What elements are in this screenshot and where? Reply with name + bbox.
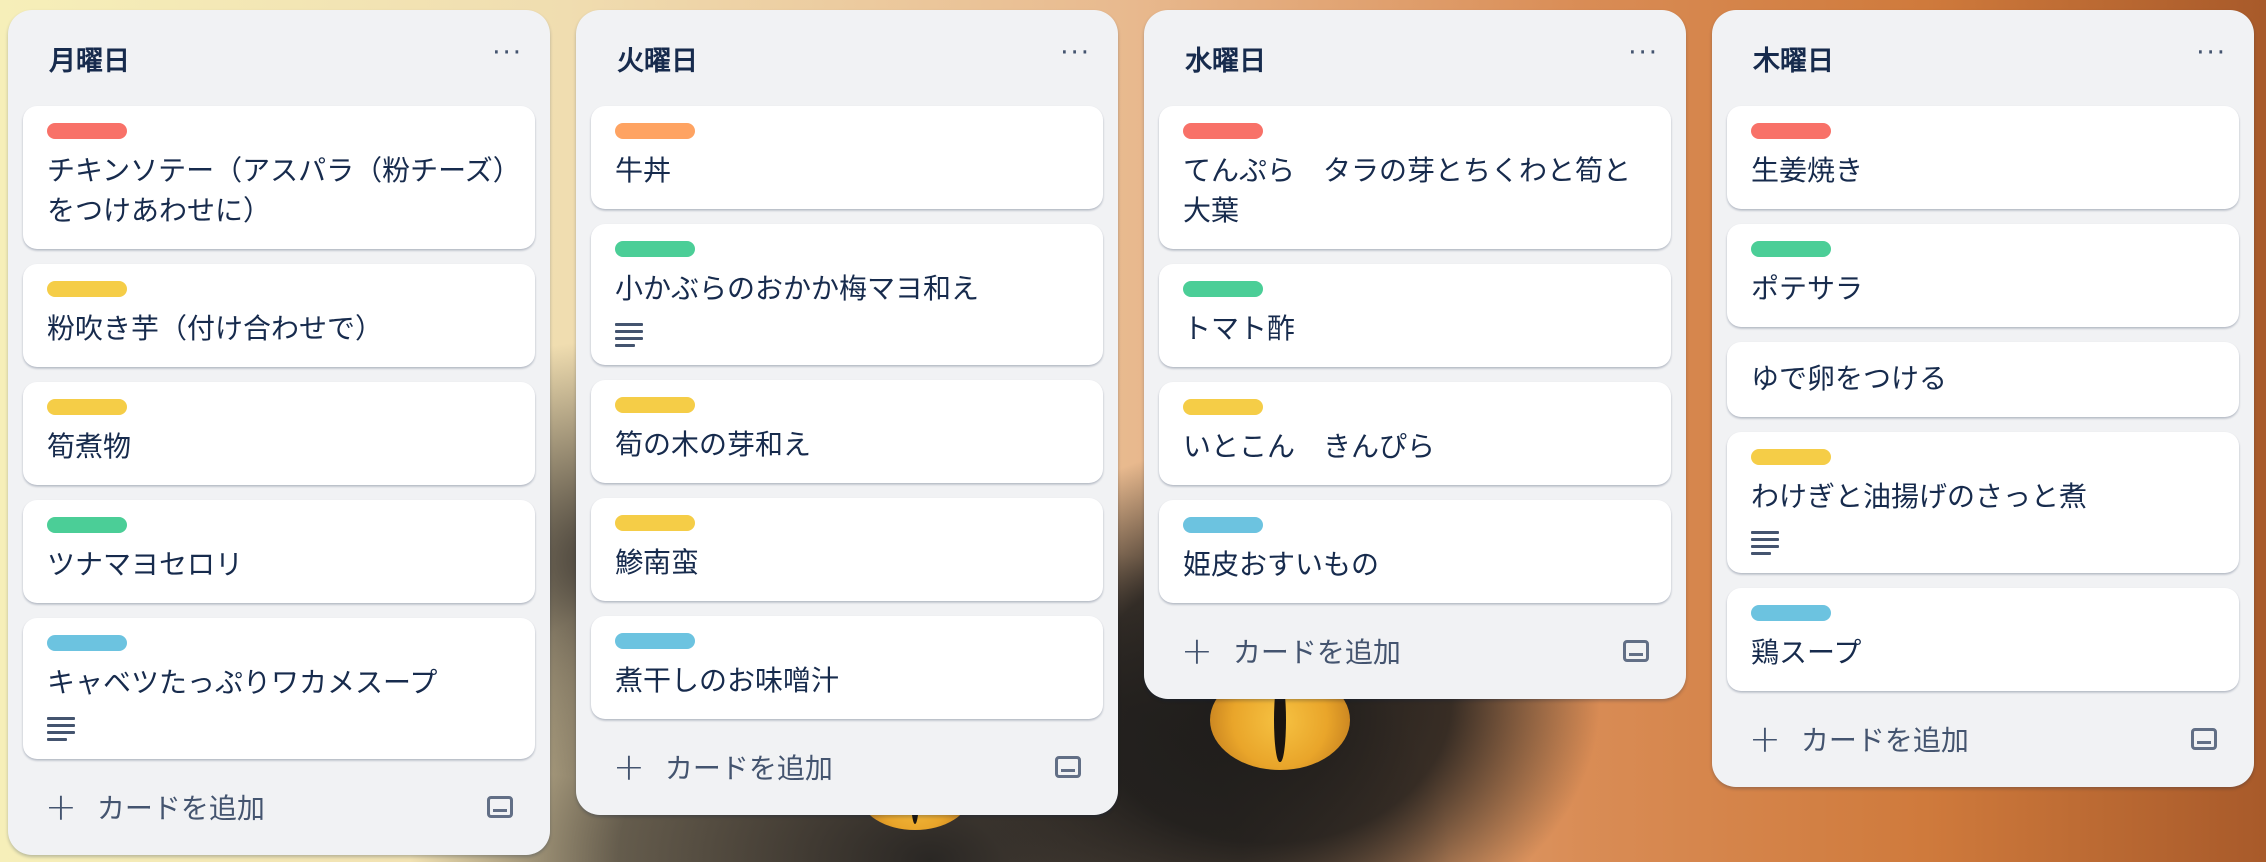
add-card-label: カードを追加 bbox=[664, 752, 833, 785]
card-label[interactable] bbox=[615, 633, 695, 649]
card-title: 筍の木の芽和え bbox=[615, 428, 812, 461]
card[interactable]: 小かぶらのおかか梅マヨ和え bbox=[591, 224, 1103, 365]
card-label[interactable] bbox=[47, 635, 127, 651]
card-list: チキンソテー（アスパラ（粉チーズ）をつけあわせに） 粉吹き芋（付け合わせで） 筍煮物… bbox=[23, 106, 535, 759]
card-title: 煮干しのお味噌汁 bbox=[615, 664, 840, 697]
list-header: 水曜日 ··· bbox=[1159, 10, 1671, 106]
card-list: てんぷら タラの芽とちくわと筍と大葉トマト酢いとこん きんぴら 姫皮おすいもの bbox=[1159, 106, 1671, 603]
add-card-label: カードを追加 bbox=[1800, 724, 1969, 757]
list-column: 火曜日 ··· 牛丼小かぶらのおかか梅マヨ和え 筍の木の芽和え 鯵南蛮煮干しのお味噌汁 +… bbox=[576, 10, 1118, 815]
card-label[interactable] bbox=[1751, 605, 1831, 621]
card[interactable]: 鯵南蛮 bbox=[591, 498, 1103, 601]
card-label[interactable] bbox=[1183, 399, 1263, 415]
card-title: チキンソテー（アスパラ（粉チーズ）をつけあわせに） bbox=[47, 154, 507, 227]
description-icon bbox=[47, 717, 75, 741]
add-card-button[interactable]: + カードを追加 bbox=[1181, 631, 1401, 671]
card-title: 小かぶらのおかか梅マヨ和え bbox=[615, 272, 980, 305]
card[interactable]: 鶏スープ bbox=[1727, 588, 2239, 691]
card-template-icon[interactable] bbox=[1055, 756, 1081, 778]
card-label[interactable] bbox=[47, 399, 127, 415]
card-template-icon[interactable] bbox=[487, 796, 513, 818]
card-label[interactable] bbox=[47, 123, 127, 139]
card-title: 筍煮物 bbox=[47, 430, 132, 463]
list-column: 水曜日 ··· てんぷら タラの芽とちくわと筍と大葉トマト酢いとこん きんぴら 姫皮お… bbox=[1144, 10, 1686, 699]
card-title: ポテサラ bbox=[1751, 272, 1864, 305]
card-label[interactable] bbox=[1751, 241, 1831, 257]
card[interactable]: チキンソテー（アスパラ（粉チーズ）をつけあわせに） bbox=[23, 106, 535, 249]
add-card-row: + カードを追加 bbox=[23, 759, 535, 855]
card-label[interactable] bbox=[1183, 517, 1263, 533]
card-title: 粉吹き芋（付け合わせで） bbox=[47, 312, 384, 345]
card-label[interactable] bbox=[615, 123, 695, 139]
card-list: 生姜焼きポテサラゆで卵をつけるわけぎと油揚げのさっと煮 鶏スープ bbox=[1727, 106, 2239, 691]
add-card-label: カードを追加 bbox=[1232, 636, 1401, 669]
card[interactable]: わけぎと油揚げのさっと煮 bbox=[1727, 432, 2239, 573]
card-title: 生姜焼き bbox=[1751, 154, 1864, 187]
more-horizontal-icon[interactable]: ··· bbox=[492, 38, 523, 78]
add-card-button[interactable]: + カードを追加 bbox=[45, 787, 265, 827]
plus-icon: + bbox=[613, 745, 645, 789]
list-header: 木曜日 ··· bbox=[1727, 10, 2239, 106]
card-label[interactable] bbox=[1183, 123, 1263, 139]
card-label[interactable] bbox=[1183, 281, 1263, 297]
card-title: キャベツたっぷりワカメスープ bbox=[47, 666, 438, 699]
card[interactable]: 粉吹き芋（付け合わせで） bbox=[23, 264, 535, 367]
description-icon bbox=[615, 323, 643, 347]
card-title: わけぎと油揚げのさっと煮 bbox=[1751, 480, 2088, 513]
card-title: 牛丼 bbox=[615, 154, 672, 187]
list-column: 木曜日 ··· 生姜焼きポテサラゆで卵をつけるわけぎと油揚げのさっと煮 鶏スープ + カー… bbox=[1712, 10, 2254, 787]
card-label[interactable] bbox=[615, 241, 695, 257]
card-label[interactable] bbox=[47, 281, 127, 297]
card[interactable]: 姫皮おすいもの bbox=[1159, 500, 1671, 603]
list-title[interactable]: 火曜日 bbox=[617, 39, 698, 78]
card[interactable]: いとこん きんぴら bbox=[1159, 382, 1671, 485]
card[interactable]: 煮干しのお味噌汁 bbox=[591, 616, 1103, 719]
card-template-icon[interactable] bbox=[2191, 728, 2217, 750]
plus-icon: + bbox=[45, 785, 77, 829]
add-card-row: + カードを追加 bbox=[591, 719, 1103, 815]
card[interactable]: ポテサラ bbox=[1727, 224, 2239, 327]
plus-icon: + bbox=[1749, 717, 1781, 761]
card[interactable]: 筍の木の芽和え bbox=[591, 380, 1103, 483]
card-title: 鶏スープ bbox=[1751, 636, 1862, 669]
more-horizontal-icon[interactable]: ··· bbox=[2196, 38, 2227, 78]
card-label[interactable] bbox=[1751, 123, 1831, 139]
card-title: てんぷら タラの芽とちくわと筍と大葉 bbox=[1183, 154, 1632, 227]
card-title: 鯵南蛮 bbox=[615, 546, 700, 579]
card[interactable]: ゆで卵をつける bbox=[1727, 342, 2239, 417]
card[interactable]: ツナマヨセロリ bbox=[23, 500, 535, 603]
card-title: 姫皮おすいもの bbox=[1183, 548, 1380, 581]
list-column: 月曜日 ··· チキンソテー（アスパラ（粉チーズ）をつけあわせに） 粉吹き芋（付け合わ… bbox=[8, 10, 550, 855]
card-title: いとこん きんぴら bbox=[1183, 430, 1436, 463]
description-icon bbox=[1751, 531, 1779, 555]
card-label[interactable] bbox=[1751, 449, 1831, 465]
more-horizontal-icon[interactable]: ··· bbox=[1060, 38, 1091, 78]
more-horizontal-icon[interactable]: ··· bbox=[1628, 38, 1659, 78]
card[interactable]: 牛丼 bbox=[591, 106, 1103, 209]
card[interactable]: トマト酢 bbox=[1159, 264, 1671, 367]
card[interactable]: てんぷら タラの芽とちくわと筍と大葉 bbox=[1159, 106, 1671, 249]
add-card-button[interactable]: + カードを追加 bbox=[613, 747, 833, 787]
card-title: トマト酢 bbox=[1183, 312, 1296, 345]
list-title[interactable]: 水曜日 bbox=[1185, 39, 1266, 78]
list-header: 火曜日 ··· bbox=[591, 10, 1103, 106]
plus-icon: + bbox=[1181, 629, 1213, 673]
card-template-icon[interactable] bbox=[1623, 640, 1649, 662]
card-title: ゆで卵をつける bbox=[1751, 362, 1948, 395]
card-title: ツナマヨセロリ bbox=[47, 548, 244, 581]
card-label[interactable] bbox=[47, 517, 127, 533]
list-title[interactable]: 月曜日 bbox=[49, 39, 130, 78]
add-card-row: + カードを追加 bbox=[1159, 603, 1671, 699]
list-title[interactable]: 木曜日 bbox=[1753, 39, 1834, 78]
list-header: 月曜日 ··· bbox=[23, 10, 535, 106]
card[interactable]: 筍煮物 bbox=[23, 382, 535, 485]
card[interactable]: 生姜焼き bbox=[1727, 106, 2239, 209]
card-list: 牛丼小かぶらのおかか梅マヨ和え 筍の木の芽和え 鯵南蛮煮干しのお味噌汁 bbox=[591, 106, 1103, 719]
card-label[interactable] bbox=[615, 397, 695, 413]
card-label[interactable] bbox=[615, 515, 695, 531]
add-card-button[interactable]: + カードを追加 bbox=[1749, 719, 1969, 759]
card[interactable]: キャベツたっぷりワカメスープ bbox=[23, 618, 535, 759]
add-card-label: カードを追加 bbox=[96, 792, 265, 825]
add-card-row: + カードを追加 bbox=[1727, 691, 2239, 787]
